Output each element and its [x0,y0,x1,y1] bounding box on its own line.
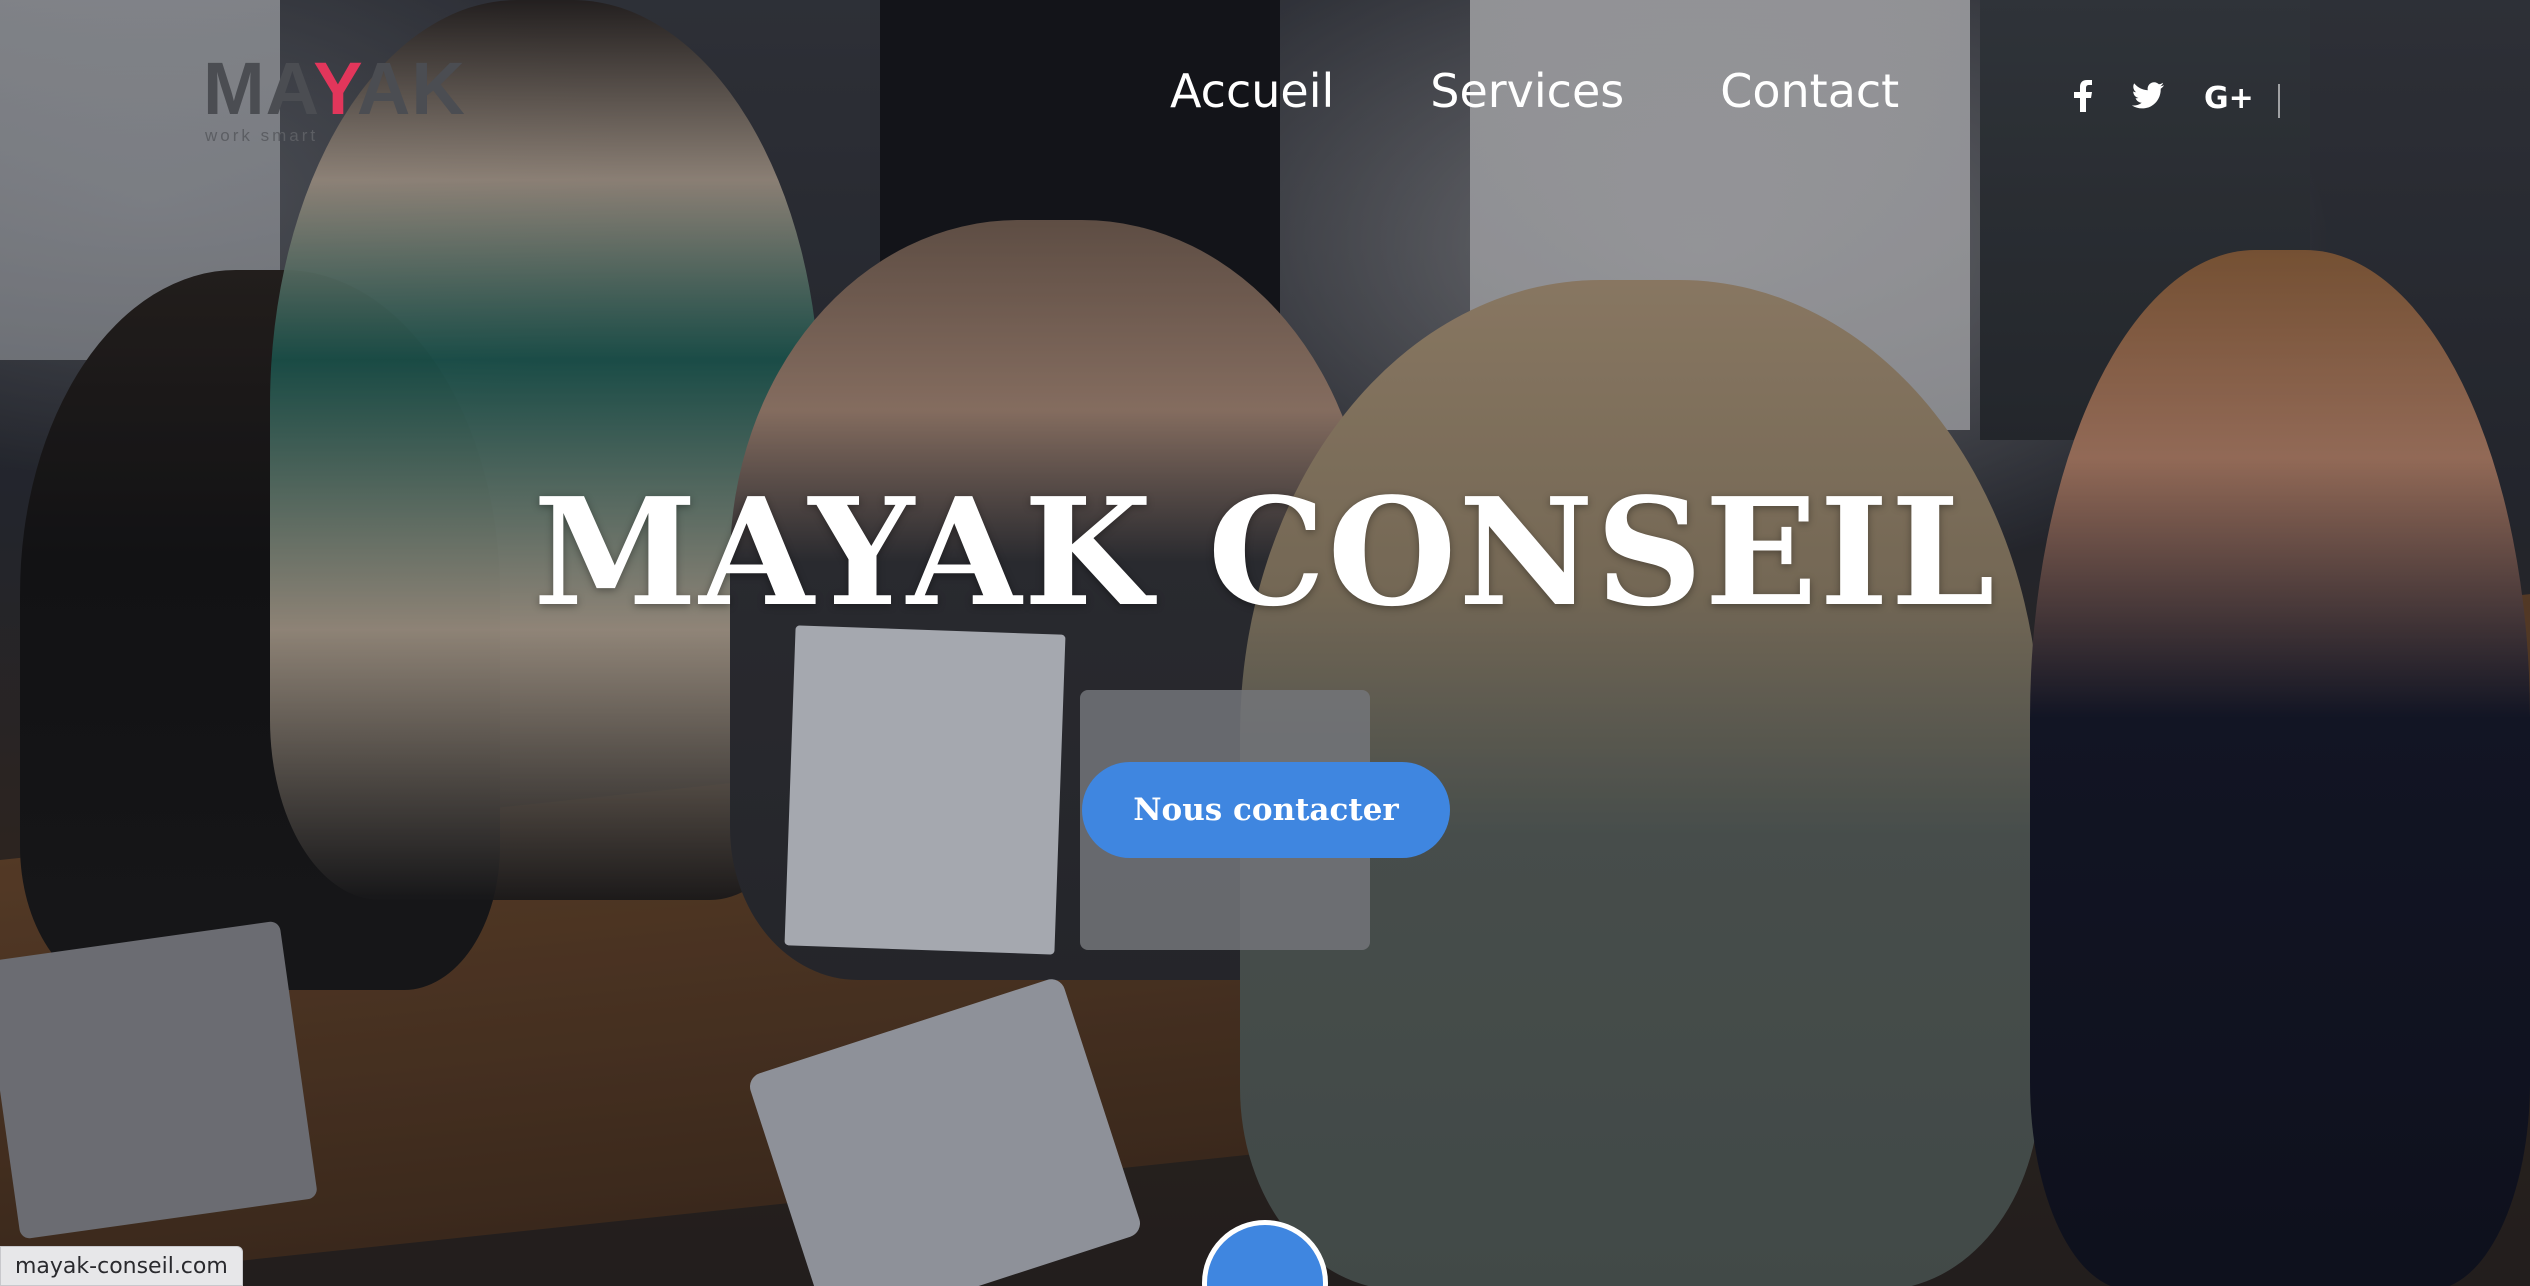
social-divider [2278,84,2280,118]
chevron-down-icon: ⌄ [1253,1273,1276,1286]
hero-overlay [0,0,2530,1286]
google-plus-icon[interactable]: G+ [2204,83,2254,114]
logo-text-end: AK [356,47,466,130]
nav-item-services[interactable]: Services [1430,68,1624,114]
contact-button[interactable]: Nous contacter [1082,762,1450,858]
facebook-icon[interactable] [2074,80,2092,117]
logo-tagline: work smart [205,126,319,145]
status-bar-url: mayak-conseil.com [0,1246,243,1286]
logo[interactable]: MAYAK [203,52,466,126]
twitter-icon[interactable] [2131,82,2164,115]
hero-section: MAYAK work smart Accueil Services Contac… [0,0,2530,1286]
main-nav: Accueil Services Contact [1170,68,1995,114]
logo-text-accent: Y [313,47,357,130]
hero-title: MAYAK CONSEIL [533,465,1997,639]
nav-item-accueil[interactable]: Accueil [1170,68,1334,114]
nav-item-contact[interactable]: Contact [1720,68,1899,114]
logo-text-start: MA [203,47,314,130]
social-links: G+ [2074,80,2294,117]
